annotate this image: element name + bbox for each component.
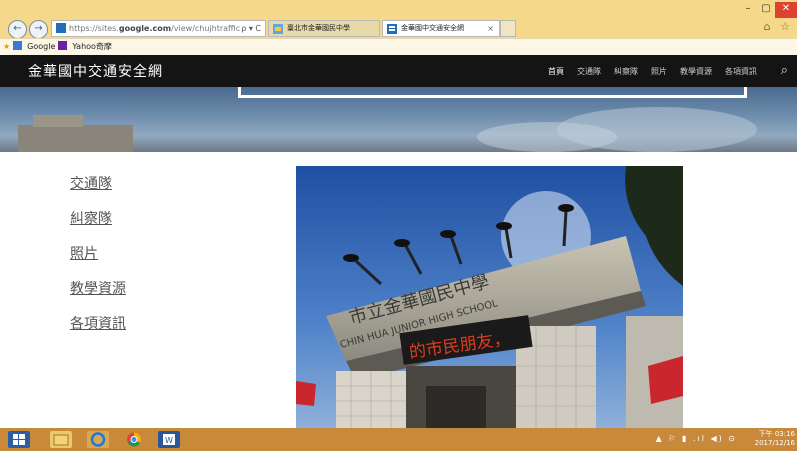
site-favicon-icon <box>56 23 66 33</box>
tab-school[interactable]: 臺北市金華國民中學 <box>268 20 380 37</box>
word-button[interactable]: W <box>158 431 180 448</box>
file-explorer-button[interactable] <box>50 431 72 448</box>
chrome-button[interactable] <box>123 431 145 448</box>
system-tray[interactable]: ▲ ⚐ ▮ .ıl ◀) ⊙ <box>656 434 737 443</box>
clock-time: 下午 03:16 <box>758 430 795 438</box>
internet-explorer-icon <box>90 432 106 447</box>
forward-arrow-icon: → <box>34 23 43 34</box>
nav-teaching-resources[interactable]: 教學資源 <box>680 66 712 77</box>
svg-text:W: W <box>165 436 173 445</box>
address-controls[interactable]: ρ ▾ C <box>241 21 261 36</box>
chrome-icon <box>127 432 141 447</box>
browser-right-icons[interactable]: ⌂ ☆ <box>764 20 793 33</box>
forward-button[interactable]: → <box>29 20 48 39</box>
favorite-google[interactable]: Google <box>27 42 55 51</box>
address-bar[interactable]: https://sites.google.com/view/chujhtraff… <box>51 20 266 37</box>
menu-link-teaching-resources[interactable]: 教學資源 <box>70 281 126 297</box>
yahoo-icon <box>58 41 68 50</box>
url-host: https://sites. <box>69 24 119 33</box>
back-button[interactable]: ← <box>8 20 27 39</box>
site-header: 金華國中交通安全網 首頁 交通隊 糾察隊 照片 教學資源 各項資訊 ⌕ <box>0 55 797 87</box>
cloud-shape <box>477 122 617 152</box>
menu-link-traffic-team[interactable]: 交通隊 <box>70 176 126 192</box>
ie-page-icon <box>273 24 283 34</box>
google-icon <box>13 41 23 50</box>
nav-traffic-team[interactable]: 交通隊 <box>577 66 601 77</box>
back-arrow-icon: ← <box>13 23 22 34</box>
nav-patrol-team[interactable]: 糾察隊 <box>614 66 638 77</box>
side-menu: 交通隊 糾察隊 照片 教學資源 各項資訊 <box>70 176 126 351</box>
favorite-yahoo[interactable]: Yahoo奇摩 <box>72 42 112 51</box>
minimize-button[interactable]: – <box>739 2 757 18</box>
hero-frame <box>238 87 747 98</box>
start-button[interactable] <box>8 431 30 448</box>
tab-close-icon[interactable]: × <box>487 21 494 36</box>
nav-home[interactable]: 首頁 <box>548 66 564 77</box>
windows-logo-icon <box>13 434 25 445</box>
clock-date: 2017/12/16 <box>754 439 795 447</box>
windows-taskbar: W ▲ ⚐ ▮ .ıl ◀) ⊙ 下午 03:16 2017/12/16 <box>0 428 797 451</box>
window-controls: – ▢ ✕ <box>739 2 797 18</box>
favorites-bar: ★ Google Yahoo奇摩 <box>0 38 797 55</box>
maximize-button[interactable]: ▢ <box>757 2 775 18</box>
google-sites-icon <box>387 24 397 34</box>
new-tab-button[interactable] <box>500 20 516 37</box>
close-window-button[interactable]: ✕ <box>775 2 797 18</box>
url-path: /view/chujhtraffic <box>171 24 241 33</box>
nav-information[interactable]: 各項資訊 <box>725 66 757 77</box>
nav-photos[interactable]: 照片 <box>651 66 667 77</box>
url-domain: google.com <box>118 24 172 33</box>
hero-banner <box>0 87 797 152</box>
menu-link-information[interactable]: 各項資訊 <box>70 316 126 332</box>
tab-traffic-site[interactable]: 金華國中交通安全網 × <box>382 20 500 37</box>
building-silhouette <box>18 115 133 152</box>
search-icon[interactable]: ⌕ <box>781 63 788 78</box>
tab-title: 金華國中交通安全網 <box>401 24 464 32</box>
folder-icon <box>53 434 69 446</box>
menu-link-patrol-team[interactable]: 糾察隊 <box>70 211 126 227</box>
top-nav: 首頁 交通隊 糾察隊 照片 教學資源 各項資訊 <box>548 66 757 77</box>
menu-link-photos[interactable]: 照片 <box>70 246 126 262</box>
school-gate-photo: 市立金華國民中學 CHIN HUA JUNIOR HIGH SCHOOL 的市民… <box>296 166 683 428</box>
favorites-star-icon[interactable]: ★ <box>3 42 10 51</box>
taskbar-clock[interactable]: 下午 03:16 2017/12/16 <box>755 430 795 448</box>
browser-chrome: – ▢ ✕ ← → https://sites.google.com/view/… <box>0 0 797 55</box>
word-icon: W <box>163 434 175 445</box>
tab-title: 臺北市金華國民中學 <box>287 24 350 32</box>
internet-explorer-button[interactable] <box>87 431 109 448</box>
site-title[interactable]: 金華國中交通安全網 <box>28 61 163 81</box>
